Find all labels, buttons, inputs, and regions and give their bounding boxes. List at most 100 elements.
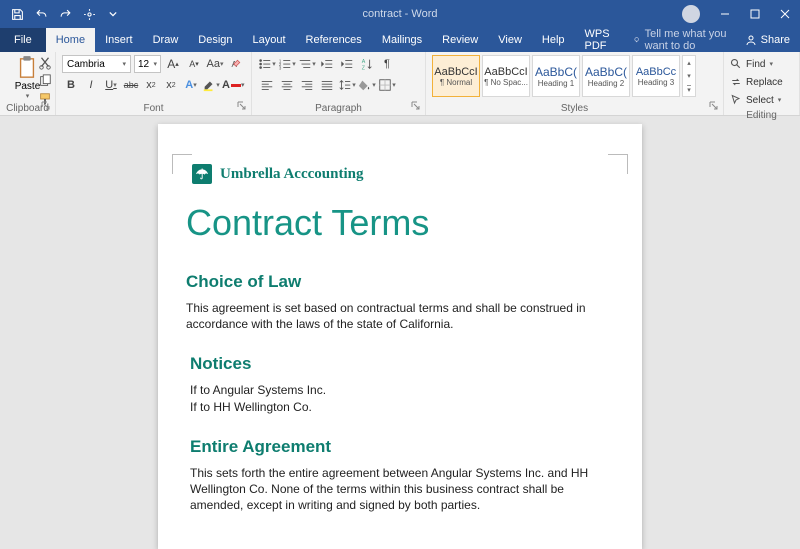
margin-corner-tr	[608, 154, 628, 174]
editing-label: Editing	[730, 108, 793, 122]
line-spacing-button[interactable]: ▾	[338, 76, 356, 94]
style-heading-2[interactable]: AaBbC(Heading 2	[582, 55, 630, 97]
shading-button[interactable]: ▾	[358, 76, 376, 94]
borders-button[interactable]: ▾	[378, 76, 396, 94]
tab-home[interactable]: Home	[46, 28, 95, 52]
group-styles: AaBbCcI¶ Normal AaBbCcI¶ No Spac... AaBb…	[426, 52, 724, 115]
italic-button[interactable]: I	[82, 76, 100, 94]
tab-references[interactable]: References	[296, 28, 372, 52]
style-heading-1[interactable]: AaBbC(Heading 1	[532, 55, 580, 97]
tab-insert[interactable]: Insert	[95, 28, 143, 52]
section-heading: Choice of Law	[186, 272, 614, 292]
font-dialog-launcher[interactable]	[236, 100, 248, 112]
font-label: Font	[62, 101, 245, 115]
group-font: Cambria▾ 12▾ A▴ A▾ Aa▾ A B I U▾ abc x2 x…	[56, 52, 252, 115]
paste-button[interactable]: Paste ▾	[15, 55, 41, 100]
paint-bucket-icon	[358, 78, 372, 92]
multilevel-list-button[interactable]: ▾	[298, 55, 316, 73]
tab-draw[interactable]: Draw	[143, 28, 189, 52]
file-tab[interactable]: File	[0, 28, 46, 52]
redo-icon[interactable]	[54, 3, 76, 25]
section-body: This sets forth the entire agreement bet…	[190, 465, 614, 514]
qat-customize-icon[interactable]	[102, 3, 124, 25]
styles-more-button[interactable]: ▴▾▾	[682, 55, 696, 97]
save-icon[interactable]	[6, 3, 28, 25]
tab-wps-pdf[interactable]: WPS PDF	[575, 28, 626, 52]
paste-label: Paste	[15, 81, 41, 92]
subscript-button[interactable]: x2	[142, 76, 160, 94]
margin-corner-tl	[172, 154, 192, 174]
cut-icon[interactable]	[38, 56, 52, 70]
select-button[interactable]: Select▾	[730, 92, 793, 108]
decrease-indent-button[interactable]	[318, 55, 336, 73]
shrink-font-button[interactable]: A▾	[185, 55, 203, 73]
avatar[interactable]	[682, 5, 700, 23]
share-icon	[745, 34, 757, 46]
document-area[interactable]: ☂ Umbrella Acccounting Contract Terms Ch…	[0, 116, 800, 549]
window-title: contract - Word	[363, 8, 438, 20]
increase-indent-button[interactable]	[338, 55, 356, 73]
svg-text:3: 3	[279, 65, 282, 70]
clear-format-button[interactable]: A	[227, 55, 245, 73]
clipboard-dialog-launcher[interactable]	[40, 100, 52, 112]
copy-icon[interactable]	[38, 74, 52, 88]
section-heading: Notices	[190, 354, 614, 374]
paste-icon	[16, 55, 38, 81]
sort-button[interactable]: AZ	[358, 55, 376, 73]
section-heading: Entire Agreement	[190, 437, 614, 457]
style-normal[interactable]: AaBbCcI¶ Normal	[432, 55, 480, 97]
quick-access-toolbar	[0, 3, 124, 25]
style-heading-3[interactable]: AaBbCcHeading 3	[632, 55, 680, 97]
share-button[interactable]: Share	[735, 28, 800, 52]
justify-button[interactable]	[318, 76, 336, 94]
tab-layout[interactable]: Layout	[243, 28, 296, 52]
replace-button[interactable]: Replace	[730, 74, 793, 90]
align-right-button[interactable]	[298, 76, 316, 94]
undo-icon[interactable]	[30, 3, 52, 25]
tab-mailings[interactable]: Mailings	[372, 28, 432, 52]
replace-icon	[730, 76, 742, 88]
numbering-button[interactable]: 123▾	[278, 55, 296, 73]
share-label: Share	[761, 34, 790, 46]
paragraph-dialog-launcher[interactable]	[410, 100, 422, 112]
titlebar-right	[676, 0, 800, 28]
tab-help[interactable]: Help	[532, 28, 575, 52]
show-marks-button[interactable]: ¶	[378, 55, 396, 73]
grow-font-button[interactable]: A▴	[164, 55, 182, 73]
text-effects-button[interactable]: A▾	[182, 76, 200, 94]
highlight-button[interactable]: ▾	[202, 76, 220, 94]
align-left-button[interactable]	[258, 76, 276, 94]
close-button[interactable]	[770, 0, 800, 28]
title-bar: contract - Word	[0, 0, 800, 28]
underline-button[interactable]: U▾	[102, 76, 120, 94]
tab-design[interactable]: Design	[188, 28, 242, 52]
bold-button[interactable]: B	[62, 76, 80, 94]
document-title: Contract Terms	[186, 202, 614, 244]
style-no-spacing[interactable]: AaBbCcI¶ No Spac...	[482, 55, 530, 97]
brand-name: Umbrella Acccounting	[220, 166, 363, 183]
styles-dialog-launcher[interactable]	[708, 100, 720, 112]
font-size-selector[interactable]: 12▾	[134, 55, 161, 73]
umbrella-icon: ☂	[192, 164, 212, 184]
document-page[interactable]: ☂ Umbrella Acccounting Contract Terms Ch…	[158, 124, 642, 549]
touch-mode-icon[interactable]	[78, 3, 100, 25]
ribbon-tabs: File Home Insert Draw Design Layout Refe…	[0, 28, 800, 52]
brand-header: ☂ Umbrella Acccounting	[192, 164, 614, 184]
paragraph-label: Paragraph	[258, 101, 419, 115]
font-color-button[interactable]: A▾	[222, 76, 244, 94]
superscript-button[interactable]: x2	[162, 76, 180, 94]
maximize-button[interactable]	[740, 0, 770, 28]
change-case-button[interactable]: Aa▾	[206, 55, 224, 73]
minimize-button[interactable]	[710, 0, 740, 28]
group-clipboard: Paste ▾ Clipboard	[0, 52, 56, 115]
font-name-selector[interactable]: Cambria▾	[62, 55, 131, 73]
svg-text:Z: Z	[362, 65, 366, 71]
bullets-button[interactable]: ▾	[258, 55, 276, 73]
tab-review[interactable]: Review	[432, 28, 488, 52]
tell-me-search[interactable]: Tell me what you want to do	[625, 28, 734, 52]
align-center-button[interactable]	[278, 76, 296, 94]
find-button[interactable]: Find▾	[730, 56, 793, 72]
svg-text:A: A	[362, 59, 366, 65]
tab-view[interactable]: View	[488, 28, 532, 52]
strikethrough-button[interactable]: abc	[122, 76, 140, 94]
